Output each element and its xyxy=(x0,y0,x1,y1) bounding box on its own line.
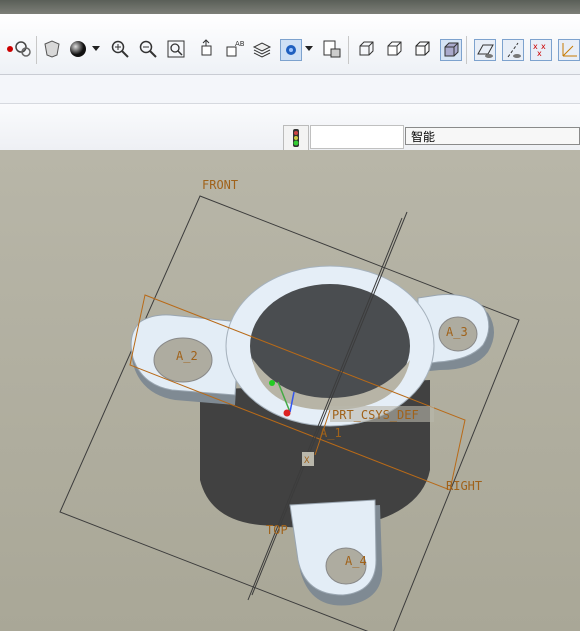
layers-icon[interactable] xyxy=(252,39,272,59)
secondary-toolbar xyxy=(0,75,580,104)
selection-filter-select[interactable]: 智能 xyxy=(405,127,580,145)
axis-a3-label[interactable]: A_3 xyxy=(446,325,468,339)
reorient-icon[interactable] xyxy=(196,39,216,59)
lug-bottom xyxy=(289,499,377,596)
datum-axes-icon[interactable] xyxy=(502,39,524,61)
main-toolbar: AB xxx xyxy=(0,14,580,75)
shaded-icon[interactable] xyxy=(440,39,462,61)
model-viewport[interactable]: FRONT RIGHT TOP PRT_CSYS_DEF A_1 A_2 A_3… xyxy=(0,150,580,631)
axis-a2-label[interactable]: A_2 xyxy=(176,349,198,363)
csys-x-label: X xyxy=(304,456,310,466)
csys-origin xyxy=(283,409,291,417)
csys-label[interactable]: PRT_CSYS_DEF xyxy=(332,408,419,422)
toolbar-separator xyxy=(36,36,37,64)
hidden-line-icon[interactable] xyxy=(384,39,404,59)
regenerate-icon[interactable] xyxy=(13,39,33,59)
toolbar-separator xyxy=(348,36,349,64)
datum-points-icon[interactable]: xxx xyxy=(530,39,552,61)
shading-sphere-icon[interactable] xyxy=(68,39,88,59)
svg-text:x: x xyxy=(541,42,546,51)
svg-text:x: x xyxy=(537,49,542,58)
dropdown-arrow-icon[interactable] xyxy=(90,39,102,59)
dropdown-arrow-icon[interactable] xyxy=(303,39,315,59)
view-name-icon[interactable]: AB xyxy=(224,39,244,59)
no-hidden-icon[interactable] xyxy=(412,39,432,59)
zoom-fit-icon[interactable] xyxy=(166,39,186,59)
wireframe-icon[interactable] xyxy=(356,39,376,59)
front-label[interactable]: FRONT xyxy=(202,178,238,192)
status-light xyxy=(283,125,309,151)
datum-planes-icon[interactable] xyxy=(474,39,496,61)
coordinate-systems-icon[interactable] xyxy=(558,39,580,61)
window-title-bar xyxy=(0,0,580,14)
toolbar-separator xyxy=(466,36,467,64)
shield-icon[interactable] xyxy=(42,39,62,59)
spin-center-icon[interactable] xyxy=(280,39,302,61)
axis-a4-label[interactable]: A_4 xyxy=(345,554,367,568)
saved-views-icon[interactable] xyxy=(322,39,342,59)
top-label[interactable]: TOP xyxy=(266,523,288,537)
axis-a1-label[interactable]: A_1 xyxy=(320,426,342,440)
zoom-out-icon[interactable] xyxy=(138,39,158,59)
svg-text:AB: AB xyxy=(235,40,244,48)
csys-y-marker xyxy=(269,380,275,386)
message-field xyxy=(310,125,404,149)
zoom-in-icon[interactable] xyxy=(110,39,130,59)
right-label[interactable]: RIGHT xyxy=(446,479,482,493)
